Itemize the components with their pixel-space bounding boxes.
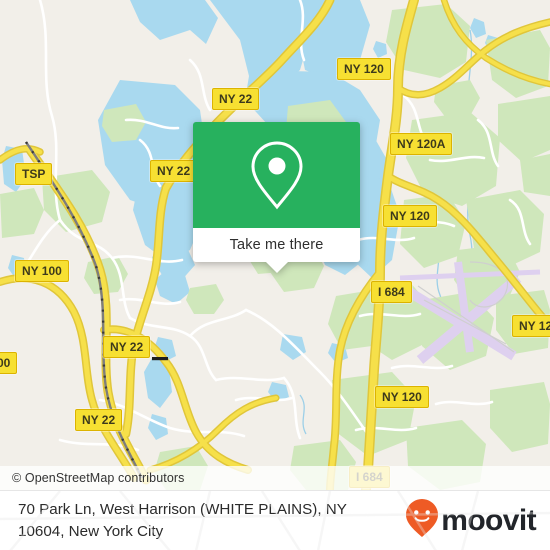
road-shield-ny22-lower: NY 22 [103,336,151,358]
map-pin-icon [248,139,306,211]
map-canvas[interactable]: NY 120 NY 22 NY 120A TSP NY 22 NY 120 NY… [0,0,550,490]
road-shield-ny22-mid: NY 22 [150,160,198,182]
moovit-map-screenshot: NY 120 NY 22 NY 120A TSP NY 22 NY 120 NY… [0,0,550,550]
poi-card-header [193,122,360,228]
footer-bar: 70 Park Ln, West Harrison (WHITE PLAINS)… [0,490,550,550]
moovit-logo[interactable]: moovit [405,498,537,543]
road-shield-ny22-top: NY 22 [212,88,260,110]
road-shield-ny120-north: NY 120 [337,58,391,80]
road-shield-ny120-mid: NY 120 [383,205,437,227]
poi-callout-card[interactable]: Take me there [193,122,360,273]
address-line-1: 70 Park Ln, West Harrison (WHITE PLAINS)… [18,500,347,518]
moovit-wordmark: moovit [441,503,536,537]
road-shield-ny120-lower: NY 120 [375,386,429,408]
callout-tail [265,262,288,273]
road-shield-ny100-left-clipped: 00 [0,352,18,374]
address-line-2: 10604, New York City [18,522,164,540]
map-tunnel-tick [152,357,168,361]
road-shield-ny100: NY 100 [15,260,69,282]
road-shield-ny22-bottom: NY 22 [75,409,123,431]
poi-card-action[interactable]: Take me there [193,228,360,273]
moovit-pin-icon [405,498,439,543]
road-shield-ny120a: NY 120A [390,133,453,155]
attribution-text: © OpenStreetMap contributors [12,471,185,485]
address-block: 70 Park Ln, West Harrison (WHITE PLAINS)… [18,499,347,542]
road-shield-i684-mid: I 684 [371,281,412,303]
take-me-there-label: Take me there [229,237,324,253]
road-shield-ny120-right-clipped: NY 120 [512,315,550,337]
road-shield-tsp: TSP [15,163,53,185]
map-attribution-bar: © OpenStreetMap contributors [0,466,550,490]
